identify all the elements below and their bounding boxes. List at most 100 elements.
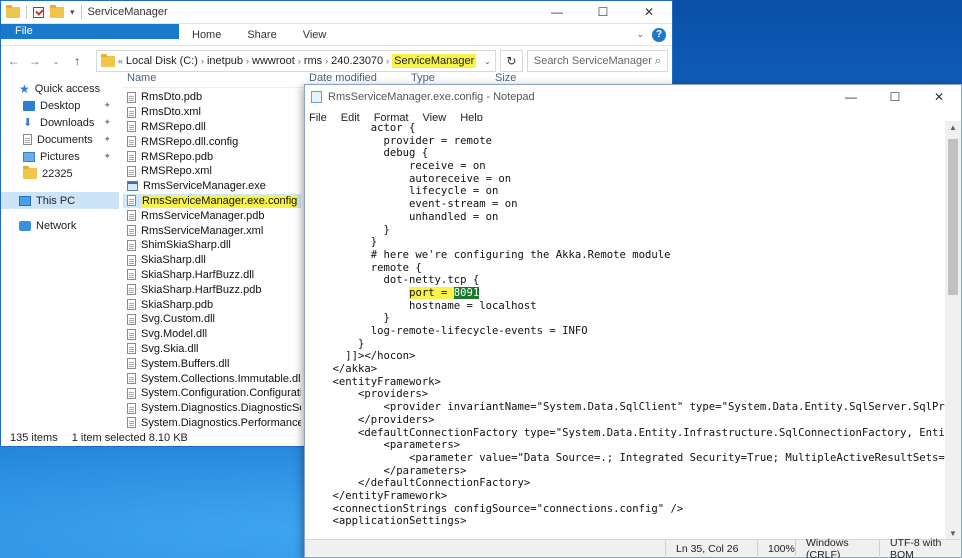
file-row[interactable]: Svg.Custom.dll — [123, 312, 301, 327]
breadcrumb-item[interactable]: wwwroot — [252, 55, 295, 67]
explorer-title-bar: ▾ ServiceManager — ☐ ✕ — [1, 1, 672, 24]
nav-item-22325[interactable]: 22325 — [1, 165, 119, 182]
chevron-right-icon[interactable]: › — [325, 56, 328, 66]
nav-item-network[interactable]: Network — [1, 217, 119, 234]
file-row[interactable]: System.Configuration.ConfigurationMan... — [123, 386, 301, 401]
close-button[interactable]: ✕ — [917, 86, 961, 109]
customize-quick-access-icon[interactable]: ▾ — [70, 7, 75, 18]
nav-item-desktop[interactable]: Desktop ✦ — [1, 97, 119, 114]
column-size[interactable]: Size — [491, 72, 516, 84]
tab-view[interactable]: View — [290, 24, 340, 45]
file-name: System.Diagnostics.PerformanceCounter... — [141, 416, 301, 429]
selected-port-value[interactable]: 8091 — [453, 286, 480, 299]
file-name: SkiaSharp.HarfBuzz.pdb — [141, 283, 262, 296]
close-button[interactable]: ✕ — [626, 1, 672, 24]
file-icon — [127, 284, 136, 296]
nav-item-documents[interactable]: Documents ✦ — [1, 131, 119, 148]
file-row[interactable]: RMSRepo.dll.config — [123, 134, 301, 149]
scrollbar-thumb[interactable] — [948, 139, 958, 295]
window-title: ServiceManager — [87, 6, 168, 18]
file-icon — [127, 417, 136, 429]
up-arrow-icon[interactable]: ↑ — [69, 54, 86, 68]
port-key: port = — [409, 286, 454, 299]
tab-file[interactable]: File — [1, 24, 179, 39]
chevron-right-icon[interactable]: › — [246, 56, 249, 66]
network-icon — [19, 220, 31, 231]
file-row[interactable]: SkiaSharp.HarfBuzz.pdb — [123, 282, 301, 297]
code-line: } — [307, 337, 365, 350]
code-line: </providers> — [307, 413, 435, 426]
pin-icon: ✦ — [103, 117, 111, 127]
chevron-right-icon[interactable]: › — [298, 56, 301, 66]
minimize-button[interactable]: — — [829, 86, 873, 109]
forward-arrow-icon[interactable]: → — [26, 54, 43, 68]
downloads-icon: ⬇ — [23, 116, 33, 129]
address-dropdown-icon[interactable]: ⌄ — [484, 57, 491, 66]
code-line: </akka> — [307, 363, 378, 376]
file-icon — [127, 299, 136, 311]
file-row[interactable]: ShimSkiaSharp.dll — [123, 238, 301, 253]
vertical-scrollbar[interactable]: ▲ ▼ — [945, 121, 961, 541]
breadcrumb-current[interactable]: ServiceManager — [392, 54, 477, 68]
back-arrow-icon[interactable]: ← — [5, 54, 22, 68]
nav-item-pictures[interactable]: Pictures ✦ — [1, 148, 119, 165]
code-line: </entityFramework> — [307, 489, 448, 502]
file-row[interactable]: RMSRepo.xml — [123, 164, 301, 179]
encoding: UTF-8 with BOM — [879, 537, 961, 558]
file-row[interactable]: RMSRepo.dll — [123, 120, 301, 135]
expand-ribbon-icon[interactable]: ⌄ — [636, 29, 644, 40]
nav-item-downloads[interactable]: ⬇ Downloads ✦ — [1, 114, 119, 131]
maximize-button[interactable]: ☐ — [873, 86, 917, 109]
recent-locations-icon[interactable]: ⌄ — [47, 57, 64, 66]
file-row[interactable]: System.Diagnostics.DiagnosticSource.dll — [123, 401, 301, 416]
line-ending: Windows (CRLF) — [795, 537, 879, 558]
help-icon[interactable]: ? — [652, 27, 666, 42]
desktop-icon — [23, 100, 35, 111]
column-name[interactable]: Name — [123, 72, 305, 84]
file-row[interactable]: RmsServiceManager.xml — [123, 223, 301, 238]
file-row[interactable]: RMSRepo.pdb — [123, 149, 301, 164]
nav-item-quick-access[interactable]: ★ Quick access — [1, 80, 119, 97]
file-icon — [127, 165, 136, 177]
file-row[interactable]: SkiaSharp.pdb — [123, 297, 301, 312]
breadcrumb-item[interactable]: Local Disk (C:) — [126, 55, 198, 67]
file-row[interactable]: RmsServiceManager.exe.config — [123, 193, 301, 209]
file-name: RmsServiceManager.pdb — [141, 209, 265, 222]
file-row[interactable]: System.Collections.Immutable.dll — [123, 371, 301, 386]
code-line: } — [307, 223, 390, 236]
code-content[interactable]: actor { provider = remote debug { receiv… — [305, 121, 947, 528]
file-row[interactable]: Svg.Skia.dll — [123, 342, 301, 357]
new-folder-icon[interactable] — [50, 4, 64, 18]
file-row[interactable]: RmsDto.pdb — [123, 90, 301, 105]
breadcrumb-item[interactable]: rms — [304, 55, 322, 67]
nav-item-this-pc[interactable]: This PC — [1, 192, 119, 209]
column-type[interactable]: Type — [407, 72, 491, 84]
file-name: System.Collections.Immutable.dll — [141, 372, 301, 385]
properties-icon[interactable] — [33, 6, 44, 18]
scroll-up-icon[interactable]: ▲ — [945, 121, 961, 135]
file-row[interactable]: RmsDto.xml — [123, 105, 301, 120]
file-row[interactable]: RmsServiceManager.exe — [123, 179, 301, 194]
file-icon — [127, 328, 136, 340]
code-line: <connectionStrings configSource="connect… — [307, 502, 684, 515]
tab-share[interactable]: Share — [234, 24, 289, 45]
file-row[interactable]: System.Buffers.dll — [123, 356, 301, 371]
code-line: </defaultConnectionFactory> — [307, 477, 531, 490]
tab-home[interactable]: Home — [179, 24, 234, 45]
breadcrumb-item[interactable]: inetpub — [207, 55, 243, 67]
maximize-button[interactable]: ☐ — [580, 1, 626, 24]
nav-label: 22325 — [42, 167, 73, 180]
file-row[interactable]: RmsServiceManager.pdb — [123, 208, 301, 223]
file-row[interactable]: Svg.Model.dll — [123, 327, 301, 342]
file-name: SkiaSharp.HarfBuzz.dll — [141, 268, 255, 281]
chevron-right-icon[interactable]: › — [201, 56, 204, 66]
file-name: RMSRepo.pdb — [141, 150, 214, 163]
file-row[interactable]: SkiaSharp.HarfBuzz.dll — [123, 268, 301, 283]
text-editor[interactable]: actor { provider = remote debug { receiv… — [305, 121, 946, 541]
file-row[interactable]: SkiaSharp.dll — [123, 253, 301, 268]
code-line: debug { — [307, 147, 429, 160]
minimize-button[interactable]: — — [534, 1, 580, 24]
breadcrumb-item[interactable]: 240.23070 — [331, 55, 383, 67]
chevron-right-icon[interactable]: › — [386, 56, 389, 66]
column-date-modified[interactable]: Date modified — [305, 72, 407, 84]
